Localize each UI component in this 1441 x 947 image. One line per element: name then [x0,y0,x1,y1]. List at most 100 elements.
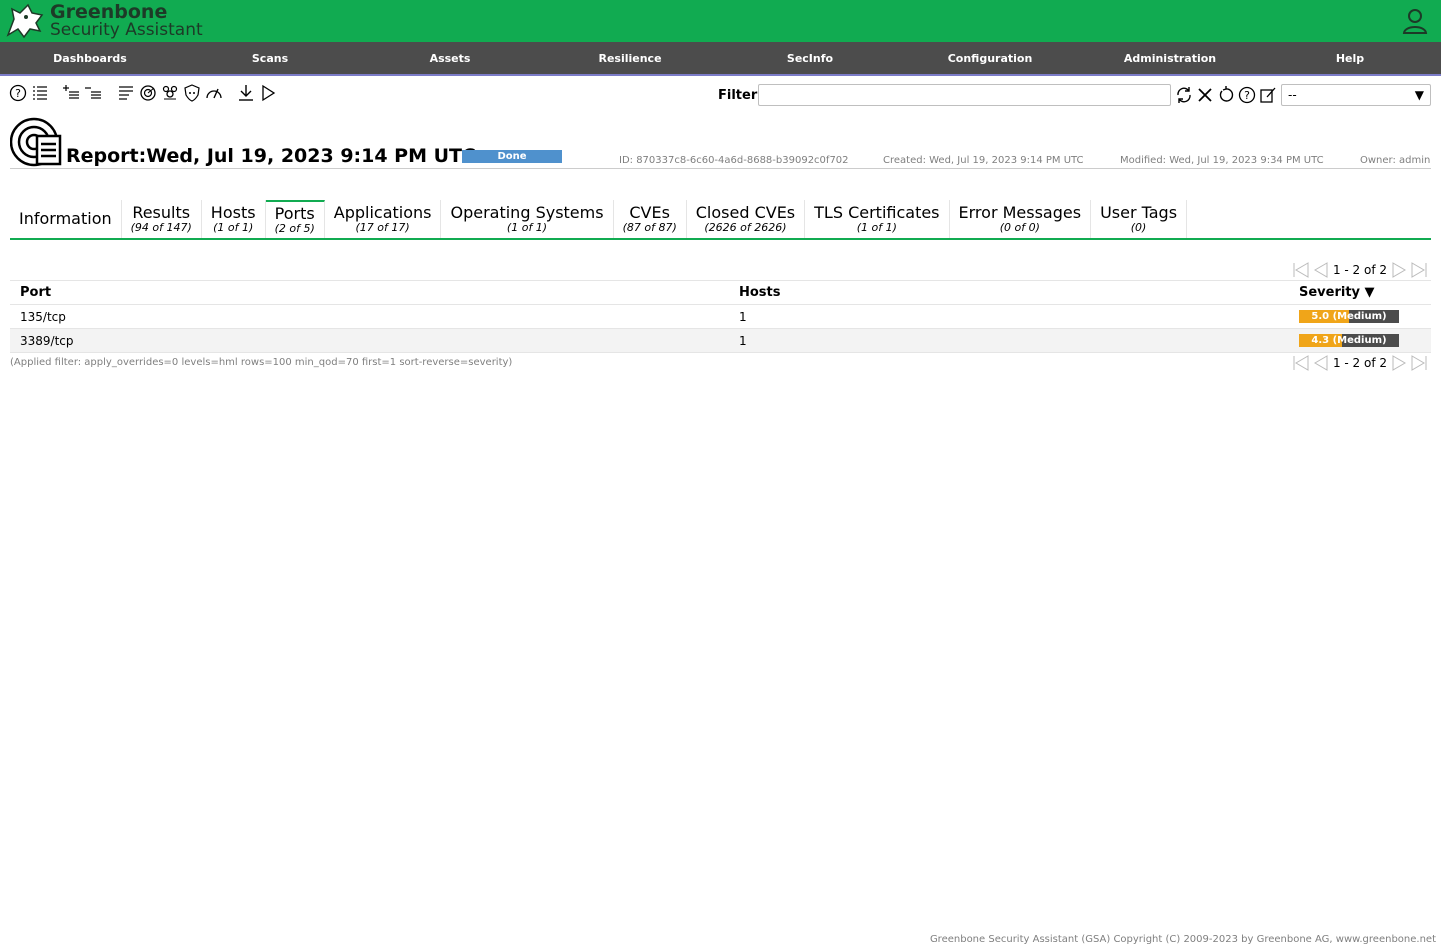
top-header: Greenbone Security Assistant [0,0,1441,42]
pagination-bottom: 1 - 2 of 2 [1291,355,1429,371]
tab-label: Applications [333,203,432,222]
port-cell: 135/tcp [10,304,729,329]
reset-filter-icon[interactable] [1216,85,1236,105]
saved-filter-select[interactable]: -- ▼ [1281,84,1431,106]
ports-table: Port Hosts Severity ▼ 135/tcp 1 5.0 (Med… [10,280,1431,353]
status-badge: Done [462,150,562,163]
pagination-top: 1 - 2 of 2 [1291,262,1429,278]
tab-closed-cves[interactable]: Closed CVEs (2626 of 2626) [687,200,806,238]
tab-label: Operating Systems [450,203,604,222]
chevron-down-icon: ▼ [1414,88,1424,102]
tab-label: Results [132,203,191,222]
report-toolbar: ? [8,82,280,104]
clear-filter-icon[interactable] [1195,85,1215,105]
nav-resilience[interactable]: Resilience [540,42,720,74]
last-page-icon[interactable] [1410,355,1428,371]
tab-tls-certificates[interactable]: TLS Certificates (1 of 1) [805,200,950,238]
first-page-icon[interactable] [1292,355,1310,371]
tab-count: (17 of 17) [355,221,410,234]
next-page-icon[interactable] [1390,355,1408,371]
edit-filter-icon[interactable] [1258,85,1278,105]
tab-count: (1 of 1) [213,221,254,234]
nav-scans[interactable]: Scans [180,42,360,74]
nav-help[interactable]: Help [1260,42,1440,74]
severity-bar: 5.0 (Medium) [1299,310,1399,323]
report-owner: Owner: admin [1360,155,1431,166]
performance-icon[interactable] [204,83,224,103]
refresh-icon[interactable] [1174,85,1194,105]
pagination-count: 1 - 2 of 2 [1332,263,1387,277]
table-row[interactable]: 3389/tcp 1 4.3 (Medium) [10,328,1431,353]
applied-filter-text: (Applied filter: apply_overrides=0 level… [10,357,513,368]
first-page-icon[interactable] [1292,262,1310,278]
task-details-icon[interactable] [116,83,136,103]
tab-count: (2 of 5) [274,222,315,235]
previous-page-icon[interactable] [1312,262,1330,278]
tab-information[interactable]: Information [10,200,122,238]
title-divider [10,168,1431,169]
tab-label: Ports [274,204,315,223]
column-header-port[interactable]: Port [10,280,729,305]
table-row[interactable]: 135/tcp 1 5.0 (Medium) [10,304,1431,329]
tab-label: Error Messages [958,203,1082,222]
notes-shield-icon[interactable] [182,83,202,103]
svg-text:?: ? [15,87,21,100]
trigger-alert-icon[interactable] [258,83,278,103]
hosts-cell: 1 [729,328,1289,353]
remove-from-assets-icon[interactable] [84,83,104,103]
report-tabs: Information Results (94 of 147) Hosts (1… [10,200,1431,240]
results-icon[interactable] [138,83,158,103]
nav-dashboards[interactable]: Dashboards [0,42,180,74]
reports-list-icon[interactable] [30,83,50,103]
last-page-icon[interactable] [1410,262,1428,278]
column-header-severity[interactable]: Severity ▼ [1289,280,1431,305]
severity-bar: 4.3 (Medium) [1299,334,1399,347]
tab-label: Hosts [210,203,256,222]
previous-page-icon[interactable] [1312,355,1330,371]
next-page-icon[interactable] [1390,262,1408,278]
tab-error-messages[interactable]: Error Messages (0 of 0) [950,200,1092,238]
tab-count: (1 of 1) [506,221,548,234]
footer-copyright: Greenbone Security Assistant (GSA) Copyr… [929,934,1436,945]
report-created: Created: Wed, Jul 19, 2023 9:14 PM UTC [883,155,1084,166]
user-menu-icon[interactable] [1401,7,1429,35]
add-to-assets-icon[interactable] [62,83,82,103]
tab-count: (0 of 0) [999,221,1040,234]
tab-operating-systems[interactable]: Operating Systems (1 of 1) [441,200,614,238]
tab-count: (94 of 147) [130,221,192,234]
greenbone-logo[interactable]: Greenbone Security Assistant [4,0,203,42]
severity-cell: 4.3 (Medium) [1289,328,1431,353]
tab-label: CVEs [629,203,670,222]
nav-secinfo[interactable]: SecInfo [720,42,900,74]
port-cell: 3389/tcp [10,328,729,353]
nav-administration[interactable]: Administration [1080,42,1260,74]
tab-hosts[interactable]: Hosts (1 of 1) [202,200,266,238]
tab-count: (87 of 87) [622,221,677,234]
download-icon[interactable] [236,83,256,103]
tab-ports[interactable]: Ports (2 of 5) [265,200,325,238]
severity-cell: 5.0 (Medium) [1289,304,1431,329]
vulnerabilities-icon[interactable] [160,83,180,103]
tab-results[interactable]: Results (94 of 147) [122,200,202,238]
tab-count: (1 of 1) [856,221,897,234]
brand-name: Greenbone [50,1,168,23]
tab-count: (2626 of 2626) [704,221,787,234]
tab-label: TLS Certificates [814,203,940,222]
filter-actions: ? [1174,85,1279,105]
tab-label: Closed CVEs [695,203,796,222]
severity-label: 4.3 (Medium) [1311,335,1387,346]
nav-configuration[interactable]: Configuration [900,42,1080,74]
pagination-count: 1 - 2 of 2 [1332,356,1387,370]
filter-input[interactable] [758,84,1171,106]
help-icon[interactable]: ? [8,83,28,103]
column-header-hosts[interactable]: Hosts [729,280,1289,305]
nav-assets[interactable]: Assets [360,42,540,74]
tab-user-tags[interactable]: User Tags (0) [1091,200,1188,238]
tab-cves[interactable]: CVEs (87 of 87) [614,200,687,238]
tab-applications[interactable]: Applications (17 of 17) [325,200,442,238]
page-title: Report:Wed, Jul 19, 2023 9:14 PM UTC [66,145,476,167]
filter-help-icon[interactable]: ? [1237,85,1257,105]
report-modified: Modified: Wed, Jul 19, 2023 9:34 PM UTC [1120,155,1324,166]
severity-label: 5.0 (Medium) [1311,311,1387,322]
report-id: ID: 870337c8-6c60-4a6d-8688-b39092c0f702 [619,155,849,166]
